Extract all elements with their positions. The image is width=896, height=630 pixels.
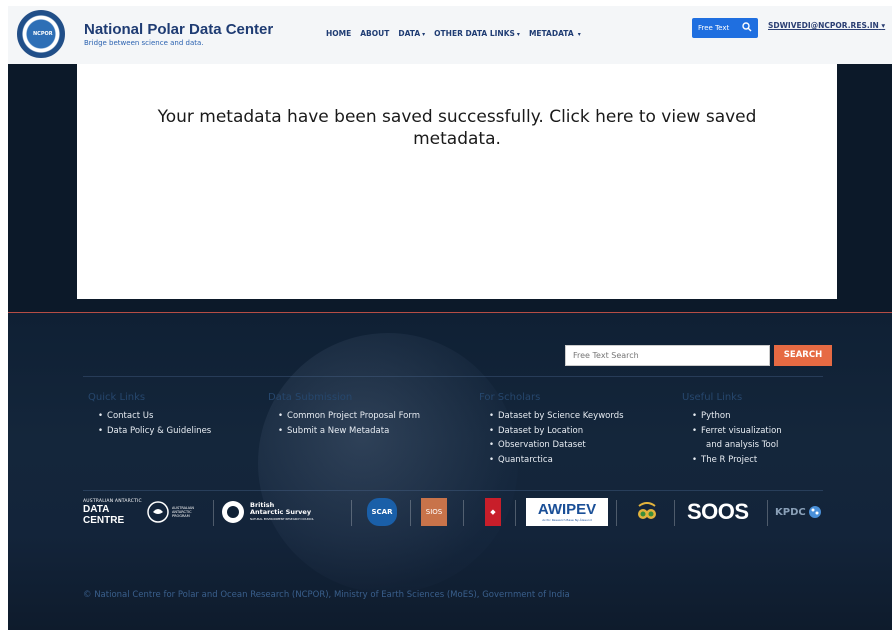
footer-col-useful-links: Useful Links Python Ferret visualization… [682, 392, 782, 467]
logo-separator [351, 500, 352, 526]
logo-separator [674, 500, 675, 526]
awipev-logo[interactable]: AWIPEV Arctic Research Base Ny-Ålesund [526, 498, 608, 526]
scar-logo[interactable]: SCAR [367, 498, 397, 526]
nav-metadata[interactable]: METADATA ▾ [529, 29, 581, 38]
footer-link-contact-us[interactable]: Contact Us [98, 409, 211, 424]
logo-separator [616, 500, 617, 526]
footer-col-title: Useful Links [682, 392, 743, 403]
footer-col-title: For Scholars [479, 392, 541, 403]
user-account-menu[interactable]: SDWIVEDI@NCPOR.RES.IN ▾ [768, 21, 885, 30]
caret-down-icon: ▾ [575, 31, 581, 38]
footer-link-ferret[interactable]: Ferret visualization [692, 424, 782, 439]
search-icon [742, 22, 752, 32]
free-text-label: Free Text [698, 24, 730, 32]
main-nav: HOME ABOUT DATA ▾ OTHER DATA LINKS ▾ METAD… [326, 29, 590, 38]
logos-divider [83, 490, 823, 491]
emblem-icon [638, 502, 656, 519]
copyright-text: © National Centre for Polar and Ocean Re… [83, 590, 570, 600]
ncpor-logo[interactable]: NCPOR [17, 10, 65, 58]
kpdc-emblem-icon [808, 506, 821, 518]
footer-link-r-project[interactable]: The R Project [692, 453, 782, 468]
nav-home[interactable]: HOME [326, 29, 351, 38]
footer-col-title: Quick Links [88, 392, 146, 403]
logo-separator [767, 500, 768, 526]
footer-link-data-policy[interactable]: Data Policy & Guidelines [98, 424, 211, 439]
free-text-search-button[interactable]: Free Text [692, 18, 758, 38]
ornate-emblem-logo[interactable] [635, 498, 659, 526]
main-section: Your metadata have been saved successful… [8, 64, 892, 312]
footer-link-ferret-cont[interactable]: and analysis Tool [692, 438, 782, 453]
logo-separator [515, 500, 516, 526]
site-title[interactable]: National Polar Data Center [84, 21, 273, 38]
caret-down-icon: ▾ [881, 21, 886, 30]
footer-link-submit-metadata[interactable]: Submit a New Metadata [278, 424, 420, 439]
aadc-logo[interactable]: AUSTRALIAN ANTARCTIC DATA CENTRE [83, 498, 145, 526]
caret-down-icon: ▾ [516, 31, 520, 38]
logo-separator [463, 500, 464, 526]
site-footer: SEARCH Quick Links Contact Us Data Polic… [8, 313, 892, 630]
nav-other-data-links[interactable]: OTHER DATA LINKS ▾ [434, 29, 520, 38]
footer-link-python[interactable]: Python [692, 409, 782, 424]
australian-antarctic-program-logo[interactable]: AUSTRALIAN ANTARCTIC PROGRAM [147, 498, 203, 526]
message-card: Your metadata have been saved successful… [77, 64, 837, 299]
british-antarctic-survey-logo[interactable]: British Antarctic Survey NATURAL ENVIRON… [221, 498, 343, 526]
emblem-icon: ◆ [490, 508, 496, 516]
footer-search-input[interactable] [565, 345, 770, 366]
logo-separator [213, 500, 214, 526]
footer-col-data-submission: Data Submission Common Project Proposal … [268, 392, 420, 438]
footer-col-for-scholars: For Scholars Dataset by Science Keywords… [479, 392, 624, 467]
site-header: NCPOR National Polar Data Center Bridge … [8, 6, 892, 64]
footer-col-title: Data Submission [268, 392, 353, 403]
sios-logo[interactable]: SIOS [421, 498, 447, 526]
bas-emblem-icon [222, 501, 244, 523]
footer-search-button[interactable]: SEARCH [774, 345, 832, 366]
polar-institute-emblem-logo[interactable]: ◆ [485, 498, 501, 526]
nav-about[interactable]: ABOUT [360, 29, 389, 38]
footer-col-quick-links: Quick Links Contact Us Data Policy & Gui… [88, 392, 211, 438]
antarctica-globe-icon [147, 501, 169, 523]
logo-separator [410, 500, 411, 526]
footer-link-dataset-by-location[interactable]: Dataset by Location [489, 424, 624, 439]
nav-data[interactable]: DATA ▾ [398, 29, 425, 38]
footer-link-observation-dataset[interactable]: Observation Dataset [489, 438, 624, 453]
footer-link-common-project-proposal[interactable]: Common Project Proposal Form [278, 409, 420, 424]
kpdc-logo[interactable]: KPDC [775, 498, 835, 526]
footer-link-quantarctica[interactable]: Quantarctica [489, 453, 624, 468]
caret-down-icon: ▾ [422, 31, 426, 38]
soos-logo[interactable]: SOOS [687, 498, 767, 526]
success-message-link[interactable]: Your metadata have been saved successful… [117, 106, 797, 150]
site-tagline: Bridge between science and data. [84, 39, 204, 47]
logo-text: NCPOR [33, 31, 53, 37]
footer-divider [83, 376, 823, 377]
footer-link-dataset-by-keywords[interactable]: Dataset by Science Keywords [489, 409, 624, 424]
partner-logos: AUSTRALIAN ANTARCTIC DATA CENTRE AUSTRAL… [83, 498, 843, 528]
